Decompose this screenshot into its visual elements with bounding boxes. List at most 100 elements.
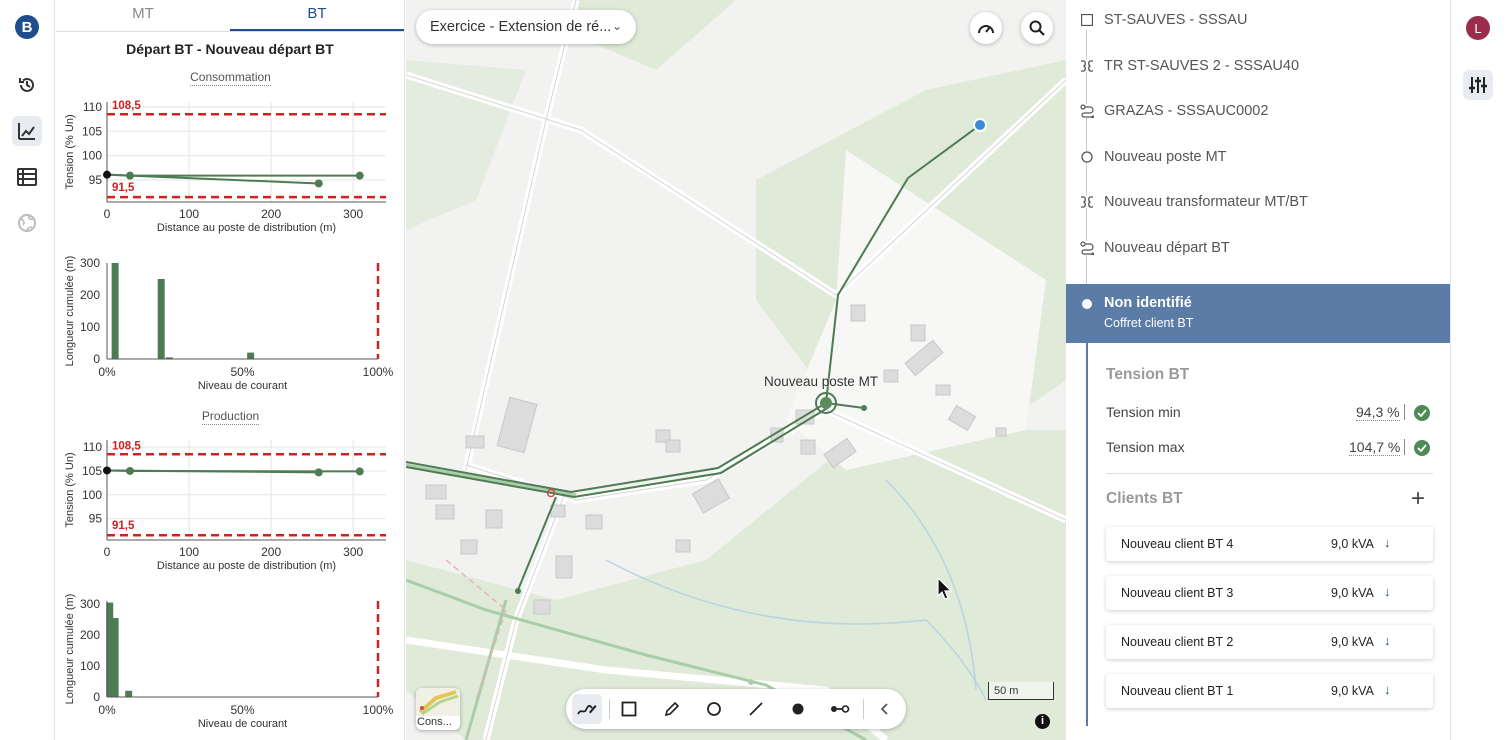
tree-item-label: GRAZAS - SSSAUC0002 <box>1104 103 1269 119</box>
arrow-down-icon: ↓ <box>1384 584 1391 599</box>
details-border <box>1086 343 1088 726</box>
rectangle-tool[interactable] <box>614 694 644 724</box>
edit-tool[interactable] <box>657 694 687 724</box>
client-card[interactable]: Nouveau client BT 3 9,0 kVA ↓ <box>1106 576 1433 610</box>
cable-pen-icon <box>577 704 597 715</box>
y-tick-label: 95 <box>89 512 103 526</box>
tree-item-substation[interactable]: ST-SAUVES - SSSAU <box>1066 0 1450 40</box>
chevron-left-icon <box>880 703 888 715</box>
layer-toggle-label: Cons... <box>417 716 452 728</box>
y-tick-label: 200 <box>80 628 100 642</box>
filters-button[interactable] <box>1463 70 1493 100</box>
x-tick-label: 0 <box>104 545 111 559</box>
tension-max-value[interactable]: 104,7 % <box>1349 439 1401 456</box>
exercise-dropdown-label: Exercice - Extension de ré... <box>430 19 612 35</box>
tree-item-new-transformer[interactable]: Nouveau transformateur MT/BT <box>1066 182 1450 222</box>
feeder-icon <box>1080 104 1094 118</box>
tab-bt[interactable]: BT <box>230 0 404 31</box>
tree-item-selected[interactable]: Non identifié Coffret client BT <box>1066 284 1450 343</box>
globe-button[interactable] <box>12 208 42 238</box>
arrow-down-icon: ↓ <box>1384 633 1391 648</box>
panel-title: Départ BT - Nouveau départ BT <box>126 41 334 57</box>
tree-item-poste[interactable]: Nouveau poste MT <box>1066 137 1450 177</box>
map-view[interactable]: Nouveau poste MT Exercice - Extension de… <box>406 0 1066 740</box>
divider <box>1106 473 1433 474</box>
line-tool[interactable] <box>741 694 771 724</box>
search-icon <box>1029 20 1045 36</box>
mouse-cursor-icon <box>937 576 953 600</box>
map-scale: 50 m <box>988 682 1054 700</box>
analysis-button[interactable] <box>12 116 42 146</box>
data-point <box>314 468 323 477</box>
tree-item-feeder[interactable]: GRAZAS - SSSAUC0002 <box>1066 91 1450 131</box>
y-tick-label: 300 <box>80 256 100 270</box>
network-tree-panel: ST-SAUVES - SSSAU TR ST-SAUVES 2 - SSSAU… <box>1066 0 1451 740</box>
x-tick-label: 300 <box>343 545 363 559</box>
info-icon[interactable]: i <box>1035 714 1050 729</box>
consumption-subtitle: Consommation <box>190 70 271 86</box>
layer-toggle[interactable]: Cons... <box>416 688 460 730</box>
y-tick-label: 110 <box>83 440 102 454</box>
client-card[interactable]: Nouveau client BT 1 9,0 kVA ↓ <box>1106 674 1433 708</box>
x-tick-label: 300 <box>343 207 363 221</box>
square-icon <box>621 701 637 717</box>
tension-min-label: Tension min <box>1106 404 1181 420</box>
x-tick-label: 100 <box>179 545 199 559</box>
exercise-dropdown[interactable]: Exercice - Extension de ré... ⌄ <box>416 10 636 44</box>
tree-item-label: ST-SAUVES - SSSAU <box>1104 12 1248 28</box>
point-tool[interactable] <box>783 694 813 724</box>
x-tick-label: 200 <box>261 545 281 559</box>
tension-min-value[interactable]: 94,3 % <box>1356 404 1400 421</box>
tab-mt[interactable]: MT <box>56 0 230 31</box>
y-tick-label: 105 <box>82 124 102 138</box>
x-axis-title: Distance au poste de distribution (m) <box>157 222 336 234</box>
chevron-down-icon: ⌄ <box>611 19 622 33</box>
app-logo[interactable]: B <box>15 15 39 39</box>
check-icon <box>1414 405 1430 421</box>
min-limit-label: 91,5 <box>112 520 135 532</box>
x-tick-label: 0 <box>104 207 111 221</box>
max-limit-label: 108,5 <box>112 440 141 452</box>
connector-tool[interactable] <box>825 694 855 724</box>
x-axis-title: Distance au poste de distribution (m) <box>157 560 336 572</box>
tree-item-label: TR ST-SAUVES 2 - SSSAU40 <box>1104 58 1300 74</box>
collapse-toolbar-button[interactable] <box>869 694 899 724</box>
sliders-icon <box>1469 77 1487 93</box>
circle-tool[interactable] <box>699 694 729 724</box>
utility-rail: L <box>1452 0 1506 740</box>
client-name: Nouveau client BT 3 <box>1121 586 1234 600</box>
history-button[interactable] <box>12 70 42 100</box>
consumption-voltage-chart: 0 100 200 300 95 100 105 110 108,5 91,5 Distance a… <box>64 100 386 234</box>
transformer-icon <box>1080 195 1094 209</box>
add-client-button[interactable]: + <box>1411 487 1425 511</box>
tree-item-new-feeder[interactable]: Nouveau départ BT <box>1066 228 1450 268</box>
client-card[interactable]: Nouveau client BT 2 9,0 kVA ↓ <box>1106 625 1433 659</box>
clients-section-title: Clients BT <box>1106 490 1183 507</box>
arrow-down-icon: ↓ <box>1384 535 1391 550</box>
data-point <box>125 466 134 475</box>
tree-item-label: Nouveau départ BT <box>1104 240 1230 256</box>
gauge-icon <box>978 25 994 34</box>
data-point <box>125 171 134 180</box>
draw-cable-tool[interactable] <box>572 694 602 724</box>
y-axis-title: Tension (% Un) <box>64 114 76 189</box>
table-button[interactable] <box>12 162 42 192</box>
production-voltage-chart: 0 100 200 300 95 105 100 110 108,5 91,5 Distance a… <box>64 440 386 572</box>
client-power: 9,0 kVA <box>1331 635 1374 649</box>
speed-button[interactable] <box>970 12 1002 44</box>
x-tick-label: 100 <box>179 207 199 221</box>
x-tick-label: 50% <box>230 703 254 717</box>
y-tick-label: 100 <box>80 320 100 334</box>
x-tick-label: 200 <box>261 207 281 221</box>
client-name: Nouveau client BT 1 <box>1121 684 1234 698</box>
search-button[interactable] <box>1021 12 1053 44</box>
map-label-poste[interactable]: Nouveau poste MT <box>764 374 878 389</box>
tension-section-title: Tension BT <box>1106 366 1190 383</box>
client-power: 9,0 kVA <box>1331 684 1374 698</box>
tree-item-transformer[interactable]: TR ST-SAUVES 2 - SSSAU40 <box>1066 46 1450 86</box>
table-icon <box>17 168 37 186</box>
x-tick-label: 100% <box>363 365 394 379</box>
client-card[interactable]: Nouveau client BT 4 9,0 kVA ↓ <box>1106 527 1433 561</box>
y-tick-label: 300 <box>80 597 100 611</box>
avatar[interactable]: L <box>1466 16 1490 40</box>
